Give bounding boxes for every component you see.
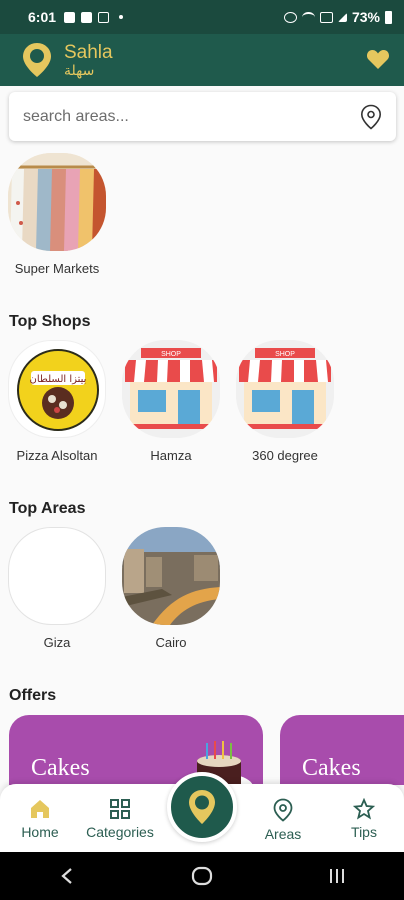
- app-bar: Sahla سهلة: [0, 34, 404, 86]
- category-image: [8, 153, 106, 251]
- pizza-alsoltan-logo: بيتزا السلطان: [17, 349, 99, 431]
- shop-sign-text: SHOP: [275, 351, 295, 358]
- shop-item[interactable]: بيتزا السلطان Pizza Alsoltan: [2, 340, 112, 463]
- area-label: Cairo: [155, 635, 187, 650]
- home-system-button[interactable]: [182, 861, 222, 891]
- system-navigation-bar: [0, 852, 404, 900]
- area-item[interactable]: Cairo: [116, 527, 226, 650]
- nav-categories-label: Categories: [86, 824, 154, 840]
- signal-icon: [337, 12, 347, 22]
- top-areas-title: Top Areas: [9, 500, 86, 517]
- grid-icon: [110, 799, 130, 819]
- shop-sign-text: SHOP: [161, 351, 181, 358]
- shop-logo: SHOP: [236, 340, 334, 438]
- area-item[interactable]: Giza: [2, 527, 112, 650]
- shop-logo: بيتزا السلطان: [8, 340, 106, 438]
- area-label: Giza: [43, 635, 71, 650]
- app-notification-icon: [81, 11, 93, 23]
- nav-tips[interactable]: Tips: [324, 798, 404, 840]
- nav-tips-label: Tips: [351, 824, 377, 840]
- shop-storefront-icon: SHOP: [122, 340, 220, 438]
- location-pin-icon[interactable]: [360, 104, 382, 130]
- brand-name: Sahla: [64, 41, 113, 63]
- battery-level: 73%: [351, 9, 380, 25]
- cairo-city-photo: [122, 527, 220, 625]
- recents-icon: [329, 869, 344, 883]
- shop-storefront-icon: SHOP: [236, 340, 334, 438]
- favorites-heart-icon[interactable]: [366, 48, 390, 70]
- offer-text: Cakes: [31, 755, 90, 781]
- tool-notification-icon: [98, 11, 110, 23]
- nav-home[interactable]: Home: [0, 798, 80, 840]
- status-bar: 6:01 73%: [0, 0, 404, 34]
- more-notifications-icon: [119, 15, 124, 19]
- shop-label: Pizza Alsoltan: [16, 448, 98, 463]
- area-image: [122, 527, 220, 625]
- shop-logo: SHOP: [122, 340, 220, 438]
- nav-areas[interactable]: Areas: [243, 798, 323, 842]
- offer-card[interactable]: Cakes: [280, 715, 404, 785]
- back-button[interactable]: [47, 861, 87, 891]
- location-pin-icon: [189, 790, 215, 824]
- status-right: 73%: [283, 9, 392, 25]
- status-time: 6:01: [28, 9, 57, 25]
- shop-item[interactable]: SHOP 360 degree: [230, 340, 340, 463]
- nav-areas-label: Areas: [264, 826, 302, 842]
- nav-home-label: Home: [21, 824, 59, 840]
- center-location-button[interactable]: [167, 772, 237, 842]
- battery-icon: [385, 10, 392, 24]
- brand: Sahla سهلة: [64, 43, 113, 78]
- gallery-notification-icon: [64, 11, 76, 23]
- pizza-logo-text: بيتزا السلطان: [30, 374, 87, 385]
- brand-name-arabic: سهلة: [64, 62, 95, 79]
- nav-categories[interactable]: Categories: [80, 798, 160, 840]
- top-shops-title: Top Shops: [9, 313, 91, 330]
- home-circle-icon: [191, 866, 213, 886]
- wifi-icon: [301, 11, 315, 23]
- offers-title: Offers: [9, 687, 57, 704]
- volte-icon: [319, 11, 333, 23]
- logo-pin-icon: [23, 43, 51, 77]
- search-bar: [9, 92, 396, 141]
- home-icon: [31, 800, 49, 818]
- offer-text: Cakes: [302, 755, 361, 781]
- category-item[interactable]: Super Markets: [2, 153, 112, 276]
- recents-button[interactable]: [317, 861, 357, 891]
- alarm-icon: [283, 11, 297, 23]
- shop-item[interactable]: SHOP Hamza: [116, 340, 226, 463]
- offer-card[interactable]: Cakes: [9, 715, 263, 785]
- shop-label: Hamza: [150, 448, 192, 463]
- category-label: Super Markets: [14, 261, 100, 276]
- star-icon: [353, 798, 375, 820]
- shop-label: 360 degree: [252, 448, 318, 463]
- back-chevron-icon: [61, 868, 73, 884]
- clothes-rack-image: [8, 153, 106, 251]
- search-input[interactable]: [23, 107, 360, 126]
- area-image: [8, 527, 106, 625]
- areas-pin-icon: [273, 798, 293, 822]
